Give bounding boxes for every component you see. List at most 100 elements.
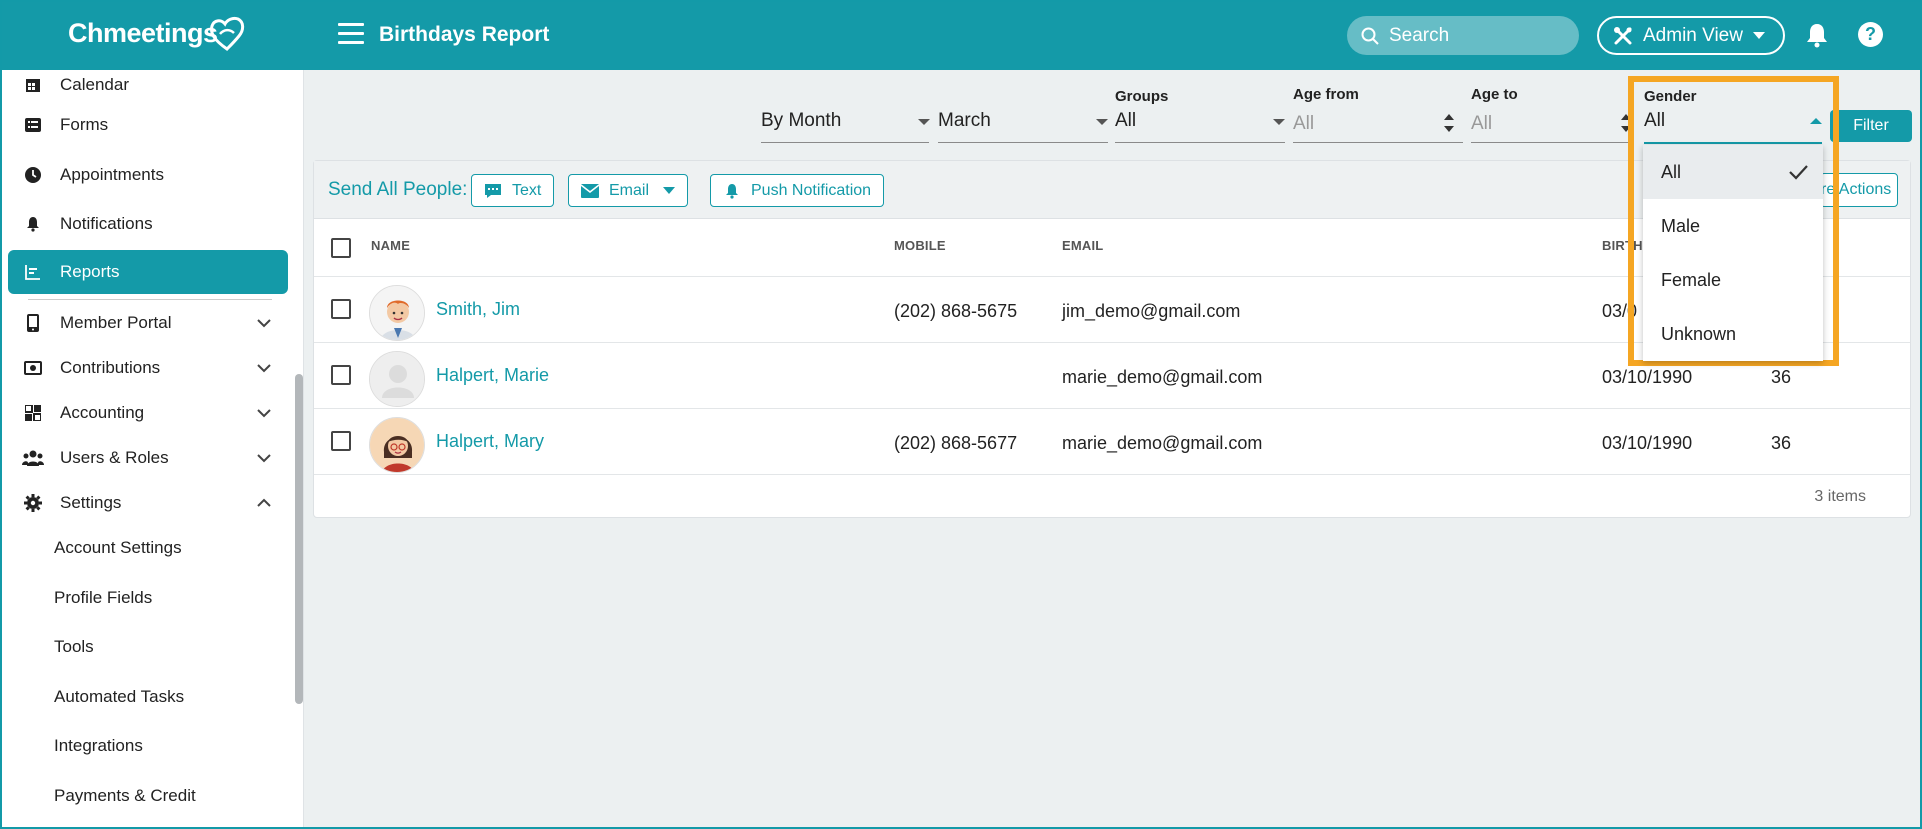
menu-icon[interactable] xyxy=(338,23,364,47)
logo: Chmeetings xyxy=(68,18,218,48)
chevron-down-icon xyxy=(257,319,271,328)
bell-icon xyxy=(726,183,738,199)
items-count: 3 items xyxy=(1814,488,1866,505)
month-value: March xyxy=(938,110,991,131)
column-header-email[interactable]: EMAIL xyxy=(1062,238,1103,253)
sidebar-item-forms[interactable]: Forms xyxy=(8,103,288,147)
period-value: By Month xyxy=(761,110,842,131)
row-checkbox[interactable] xyxy=(331,431,351,451)
birth-cell: 03/10/1990 xyxy=(1602,367,1693,387)
settings-sub-account-settings[interactable]: Account Settings xyxy=(54,528,182,568)
settings-sub-payments-credit[interactable]: Payments & Credit xyxy=(54,776,196,816)
bell-icon[interactable] xyxy=(1805,22,1829,48)
age-from-field[interactable]: Age from All xyxy=(1293,86,1463,144)
report-icon xyxy=(22,261,44,283)
gender-option-unknown[interactable]: Unknown xyxy=(1643,307,1823,361)
sidebar-item-users-roles[interactable]: Users & Roles xyxy=(8,436,288,480)
row-checkbox[interactable] xyxy=(331,365,351,385)
search-box[interactable] xyxy=(1347,16,1579,55)
chevron-up-icon xyxy=(1810,118,1822,124)
person-name-link[interactable]: Halpert, Marie xyxy=(436,365,549,386)
settings-sub-automated-tasks[interactable]: Automated Tasks xyxy=(54,677,184,717)
chevron-down-icon xyxy=(1752,32,1765,39)
sidebar-item-settings[interactable]: Settings xyxy=(8,481,288,525)
avatar xyxy=(369,285,425,341)
mobile-cell: (202) 868-5675 xyxy=(894,301,1018,321)
gender-option-all[interactable]: All xyxy=(1643,145,1823,199)
email-cell: marie_demo@gmail.com xyxy=(1062,433,1263,453)
settings-sub-integrations[interactable]: Integrations xyxy=(54,726,143,766)
help-icon[interactable]: ? xyxy=(1858,22,1883,47)
month-select[interactable]: March xyxy=(938,108,1108,144)
groups-select[interactable]: Groups All xyxy=(1115,88,1285,144)
chevron-down-icon xyxy=(663,187,676,194)
bell-icon xyxy=(22,213,44,235)
send-email-button[interactable]: Email xyxy=(568,174,689,207)
age-from-label: Age from xyxy=(1293,86,1359,103)
sidebar-item-member-portal[interactable]: Member Portal xyxy=(8,301,288,345)
sidebar-divider xyxy=(28,299,272,300)
avatar xyxy=(369,351,425,407)
send-text-label: Text xyxy=(512,181,542,199)
send-text-button[interactable]: Text xyxy=(471,174,555,207)
column-header-mobile[interactable]: MOBILE xyxy=(894,238,946,253)
gear-icon xyxy=(22,492,44,514)
tools-icon xyxy=(1614,26,1632,44)
period-select[interactable]: By Month xyxy=(761,108,930,144)
age-from-placeholder: All xyxy=(1293,113,1315,134)
sidebar-item-label: Calendar xyxy=(60,75,129,94)
sidebar: Calendar Forms Appointments Notification… xyxy=(0,70,304,829)
person-name-link[interactable]: Halpert, Mary xyxy=(436,431,544,452)
sidebar-item-reports[interactable]: Reports xyxy=(8,250,288,294)
select-all-checkbox[interactable] xyxy=(331,238,351,258)
sidebar-item-contributions[interactable]: Contributions xyxy=(8,346,288,390)
groups-value: All xyxy=(1115,110,1137,131)
chat-icon xyxy=(485,183,501,198)
mobile-cell: (202) 868-5677 xyxy=(894,433,1018,453)
sidebar-item-appointments[interactable]: Appointments xyxy=(8,153,288,197)
birth-cell: 03/10/1990 xyxy=(1602,433,1693,453)
stepper-icon[interactable] xyxy=(1444,112,1454,134)
settings-sub-tools[interactable]: Tools xyxy=(54,627,94,667)
age-to-field[interactable]: Age to All xyxy=(1471,86,1631,144)
gender-label: Gender xyxy=(1644,88,1697,105)
sidebar-item-accounting[interactable]: Accounting xyxy=(8,391,288,435)
sidebar-scrollbar[interactable] xyxy=(295,374,303,704)
search-input[interactable] xyxy=(1389,24,1569,47)
sidebar-item-label: Forms xyxy=(60,115,109,134)
email-cell: jim_demo@gmail.com xyxy=(1062,301,1241,321)
envelope-icon xyxy=(581,183,599,198)
gender-dropdown-menu: All Male Female Unknown xyxy=(1643,145,1823,361)
gender-option-male[interactable]: Male xyxy=(1643,199,1823,253)
chevron-down-icon xyxy=(1273,119,1285,125)
send-email-label: Email xyxy=(609,181,650,199)
sidebar-item-calendar[interactable]: Calendar xyxy=(8,70,288,107)
person-name-link[interactable]: Smith, Jim xyxy=(436,299,520,320)
mobile-icon xyxy=(22,312,44,334)
send-push-button[interactable]: Push Notification xyxy=(710,174,885,207)
groups-label: Groups xyxy=(1115,88,1169,105)
form-icon xyxy=(22,114,44,136)
send-all-label: Send All People: xyxy=(328,179,468,200)
avatar xyxy=(369,417,425,473)
chevron-down-icon xyxy=(257,364,271,373)
top-bar: Chmeetings Birthdays Report Admin View ? xyxy=(0,0,1922,70)
filter-button[interactable]: Filter xyxy=(1830,110,1912,142)
column-header-name[interactable]: NAME xyxy=(371,238,410,253)
gender-select[interactable]: Gender All xyxy=(1644,88,1822,144)
gender-field[interactable]: Gender All xyxy=(1644,88,1822,144)
admin-view-button[interactable]: Admin View xyxy=(1597,16,1785,55)
sidebar-item-label: Notifications xyxy=(60,214,153,233)
admin-view-label: Admin View xyxy=(1643,24,1743,46)
settings-sub-profile-fields[interactable]: Profile Fields xyxy=(54,578,152,618)
grid-icon xyxy=(22,402,44,424)
page-title: Birthdays Report xyxy=(379,23,550,46)
option-label: All xyxy=(1661,162,1682,182)
email-cell: marie_demo@gmail.com xyxy=(1062,367,1263,387)
gender-option-female[interactable]: Female xyxy=(1643,253,1823,307)
option-label: Male xyxy=(1661,216,1701,236)
clock-icon xyxy=(22,164,44,186)
age-to-placeholder: All xyxy=(1471,113,1493,134)
sidebar-item-notifications[interactable]: Notifications xyxy=(8,202,288,246)
row-checkbox[interactable] xyxy=(331,299,351,319)
